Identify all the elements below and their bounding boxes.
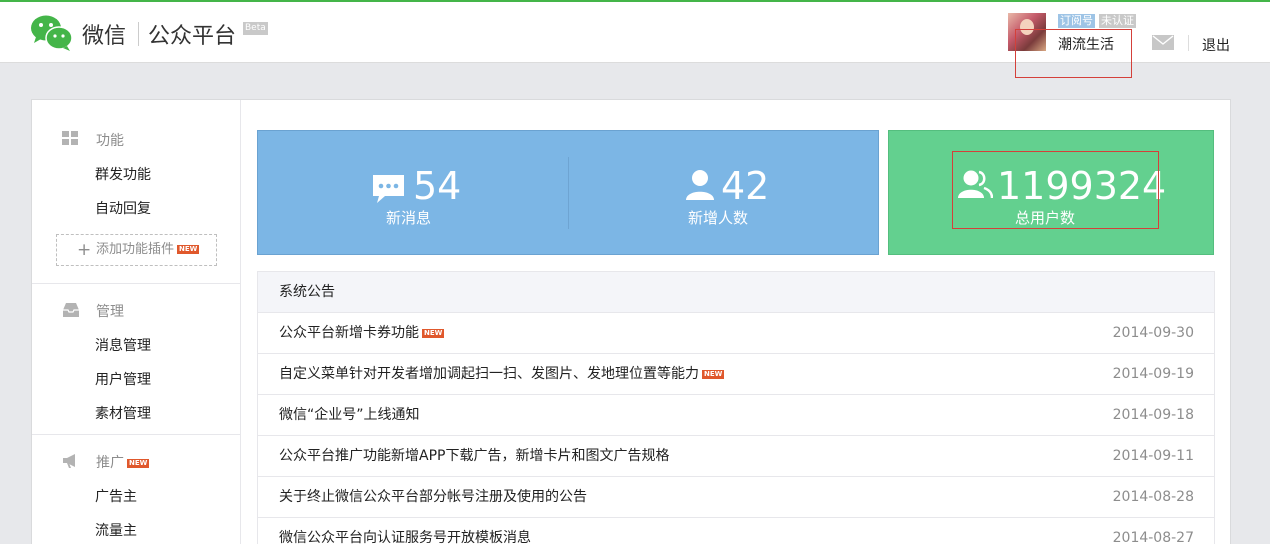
sidebar-item-mass-send[interactable]: 群发功能	[95, 164, 151, 184]
logo-separator	[138, 22, 139, 46]
notice-row[interactable]: 微信公众平台向认证服务号开放模板消息 2014-08-27	[258, 518, 1214, 544]
notice-row[interactable]: 微信“企业号”上线通知 2014-09-18	[258, 395, 1214, 436]
new-users-count[interactable]: 42	[721, 166, 769, 206]
notice-date: 2014-08-28	[1112, 489, 1194, 505]
new-messages-label: 新消息	[386, 209, 432, 227]
notice-row[interactable]: 公众平台推广功能新增APP下载广告，新增卡片和图文广告规格 2014-09-11	[258, 436, 1214, 477]
notice-date: 2014-09-30	[1112, 325, 1194, 341]
sidebar-item-advertiser[interactable]: 广告主	[95, 486, 137, 506]
stats-panel-blue: 54 新消息 42 新增人数	[257, 130, 879, 255]
logo-wechat-text: 微信	[82, 24, 127, 49]
main-panel: 功能 群发功能 自动回复 + 添加功能插件 NEW 管理 消息管理 用户管理 素材…	[31, 99, 1231, 544]
notice-date: 2014-09-18	[1112, 407, 1194, 423]
notice-title[interactable]: 公众平台推广功能新增APP下载广告，新增卡片和图文广告规格	[279, 436, 669, 477]
plus-icon: +	[77, 240, 92, 260]
notice-date: 2014-08-27	[1112, 530, 1194, 544]
notice-header: 系统公告	[258, 272, 1214, 313]
add-plugin-label: 添加功能插件	[96, 242, 175, 257]
notice-title[interactable]: 公众平台新增卡券功能	[279, 325, 419, 341]
notice-row[interactable]: 关于终止微信公众平台部分帐号注册及使用的公告 2014-08-28	[258, 477, 1214, 518]
new-badge: NEW	[702, 369, 725, 379]
sidebar-item-users[interactable]: 用户管理	[95, 369, 151, 389]
stats-divider	[568, 157, 569, 229]
megaphone-icon	[63, 454, 75, 468]
new-badge: NEW	[422, 328, 445, 338]
new-messages-count[interactable]: 54	[413, 166, 461, 206]
grid-icon	[62, 131, 78, 145]
user-icon	[686, 170, 714, 200]
inbox-icon	[63, 303, 79, 317]
notice-title[interactable]: 自定义菜单针对开发者增加调起扫一扫、发图片、发地理位置等能力	[279, 366, 699, 382]
new-badge: NEW	[177, 245, 200, 254]
system-notice-panel: 系统公告 公众平台新增卡券功能 NEW 2014-09-30 自定义菜单针对开发者…	[257, 271, 1215, 544]
mail-icon[interactable]	[1152, 35, 1174, 50]
sidebar-section-title: 功能	[96, 133, 124, 149]
notice-title[interactable]: 微信公众平台向认证服务号开放模板消息	[279, 518, 531, 544]
sidebar-item-messages[interactable]: 消息管理	[95, 335, 151, 355]
top-header: 微信 公众平台 Beta 订阅号 未认证 潮流生活 退出	[0, 2, 1270, 78]
sidebar-item-auto-reply[interactable]: 自动回复	[95, 198, 151, 218]
sidebar-divider	[32, 283, 240, 284]
logout-link[interactable]: 退出	[1202, 35, 1230, 55]
highlight-box-account	[1015, 29, 1132, 78]
sidebar-item-publisher[interactable]: 流量主	[95, 520, 137, 540]
header-separator	[1188, 35, 1189, 51]
notice-date: 2014-09-19	[1112, 366, 1194, 382]
notice-row[interactable]: 公众平台新增卡券功能 NEW 2014-09-30	[258, 313, 1214, 354]
notice-row[interactable]: 自定义菜单针对开发者增加调起扫一扫、发图片、发地理位置等能力 NEW 2014-0…	[258, 354, 1214, 395]
sidebar-item-materials[interactable]: 素材管理	[95, 403, 151, 423]
sidebar-divider	[32, 434, 240, 435]
notice-date: 2014-09-11	[1112, 448, 1194, 464]
sidebar-section-title: 管理	[96, 304, 124, 320]
wechat-logo-icon[interactable]	[30, 14, 74, 52]
beta-badge: Beta	[243, 22, 268, 35]
chat-bubble-icon	[373, 175, 404, 203]
new-users-label: 新增人数	[688, 209, 749, 227]
add-plugin-button[interactable]: + 添加功能插件 NEW	[56, 234, 217, 266]
stats-panel-green: 1199324 总用户数	[888, 130, 1214, 255]
account-type-tag: 订阅号	[1058, 14, 1095, 28]
highlight-box-total-users	[952, 151, 1159, 229]
new-badge: NEW	[127, 458, 150, 468]
logo-platform-text: 公众平台	[148, 24, 237, 49]
notice-title[interactable]: 微信“企业号”上线通知	[279, 395, 420, 436]
notice-title[interactable]: 关于终止微信公众平台部分帐号注册及使用的公告	[279, 477, 587, 518]
sidebar-section-title: 推广	[96, 455, 124, 471]
sidebar: 功能 群发功能 自动回复 + 添加功能插件 NEW 管理 消息管理 用户管理 素材…	[32, 100, 241, 544]
account-status-tag: 未认证	[1099, 14, 1136, 28]
